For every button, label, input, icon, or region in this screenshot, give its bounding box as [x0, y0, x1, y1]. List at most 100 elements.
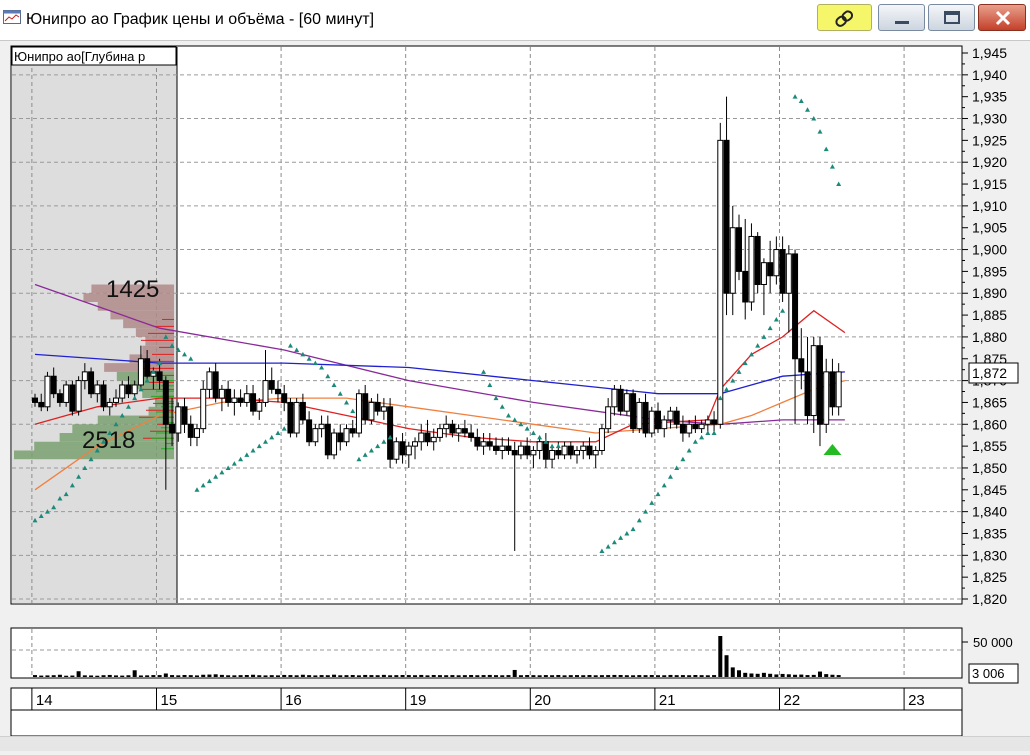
volume-bar	[550, 675, 555, 677]
volume-bar	[830, 674, 835, 677]
date-label: 15	[160, 692, 177, 709]
volume-bar	[257, 675, 262, 677]
volume-bar	[450, 675, 455, 677]
profile-bottom-label: 2518	[82, 427, 135, 454]
volume-bar	[680, 675, 685, 677]
volume-bar	[506, 675, 511, 677]
maximize-icon	[944, 11, 960, 24]
volume-bar	[57, 674, 62, 677]
volume-bar	[356, 675, 361, 677]
volume-bar	[51, 675, 56, 677]
volume-bar	[369, 675, 374, 677]
volume-bar	[207, 674, 212, 677]
chain-link-icon	[835, 10, 854, 27]
price-tick-label: 1,840	[972, 504, 1007, 520]
candle	[88, 367, 95, 399]
volume-bar	[350, 675, 355, 677]
volume-bar	[419, 674, 424, 677]
minimize-button[interactable]	[878, 4, 925, 31]
volume-bar	[244, 675, 249, 677]
volume-bar	[462, 675, 467, 677]
volume-bar	[705, 675, 710, 677]
volume-bar	[799, 674, 804, 677]
volume-bar	[425, 675, 430, 677]
volume-bar	[138, 675, 143, 677]
volume-bar	[413, 675, 418, 677]
volume-bar	[643, 675, 648, 677]
volume-bar	[388, 675, 393, 677]
volume-bar	[537, 675, 542, 677]
volume-bar	[562, 675, 567, 677]
volume-scale-group: 50 000	[962, 635, 1013, 650]
volume-bar	[556, 675, 561, 677]
volume-bar	[500, 675, 505, 677]
date-label: 14	[36, 692, 53, 709]
close-button[interactable]	[978, 4, 1026, 31]
candle	[748, 223, 755, 311]
volume-bar	[170, 675, 175, 677]
volume-bar	[487, 674, 492, 677]
volume-bar	[587, 675, 592, 677]
profile-top-label-group: 1425	[106, 276, 159, 303]
volume-bar	[176, 675, 181, 677]
volume-bar	[456, 675, 461, 677]
volume-bar	[381, 674, 386, 677]
volume-bar	[805, 675, 810, 677]
price-tick-label: 1,930	[972, 111, 1007, 127]
volume-bar	[437, 675, 442, 677]
maximize-button[interactable]	[928, 4, 975, 31]
price-tick-label: 1,825	[972, 569, 1007, 585]
candle	[636, 398, 643, 434]
volume-bar	[319, 675, 324, 677]
price-tick-label: 1,880	[972, 329, 1007, 345]
volume-bar	[674, 675, 679, 677]
volume-bar	[188, 675, 193, 677]
panel-label: Юнипро ао[Глубина р	[14, 49, 145, 64]
current-price-box: 1,872	[968, 362, 1019, 384]
volume-bar	[512, 669, 517, 677]
volume-bar	[755, 673, 760, 677]
volume-bar	[824, 674, 829, 677]
volume-bar	[618, 675, 623, 677]
window-title: Юнипро ао График цены и объёма - [60 мин…	[26, 11, 375, 28]
price-volume-chart[interactable]: 1,820 1,825 1,830 1,835 1,840 1,845 1,850 1,855…	[0, 40, 1030, 750]
volume-bar	[363, 674, 368, 677]
date-label: 16	[285, 692, 302, 709]
volume-bar	[768, 673, 773, 677]
volume-bar	[82, 675, 87, 677]
volume-bar	[631, 675, 636, 677]
volume-bar	[406, 675, 411, 677]
volume-bar	[749, 673, 754, 677]
title-bar: Юнипро ао График цены и объёма - [60 мин…	[0, 0, 1030, 41]
volume-bar	[157, 675, 162, 677]
volume-bar	[263, 675, 268, 677]
volume-bar	[668, 674, 673, 677]
candle	[75, 376, 82, 416]
volume-bar	[469, 675, 474, 677]
volume-bar	[132, 670, 137, 677]
volume-bar	[288, 675, 293, 677]
volume-bar	[151, 675, 156, 677]
chart-window-icon	[3, 10, 21, 24]
profile-bottom-label-group: 2518	[82, 427, 135, 454]
profile-bar	[97, 301, 174, 311]
volume-bar	[300, 674, 305, 677]
volume-scale-label: 50 000	[973, 635, 1013, 650]
link-button[interactable]	[817, 4, 872, 31]
price-tick-label: 1,835	[972, 525, 1007, 541]
current-price-label: 1,872	[972, 365, 1007, 381]
price-tick-label: 1,845	[972, 482, 1007, 498]
volume-bar	[518, 675, 523, 677]
horizontal-scrollbar[interactable]	[0, 736, 1030, 751]
profile-bar	[110, 310, 174, 320]
price-tick-label: 1,945	[972, 45, 1007, 61]
profile-bar	[148, 406, 174, 416]
candle	[100, 380, 107, 412]
candle	[598, 424, 605, 455]
date-label: 19	[410, 692, 427, 709]
volume-bar	[307, 675, 312, 677]
candle	[754, 232, 761, 294]
volume-bar	[649, 675, 654, 677]
candle	[617, 384, 624, 416]
current-volume-box: 3 006	[968, 663, 1019, 684]
